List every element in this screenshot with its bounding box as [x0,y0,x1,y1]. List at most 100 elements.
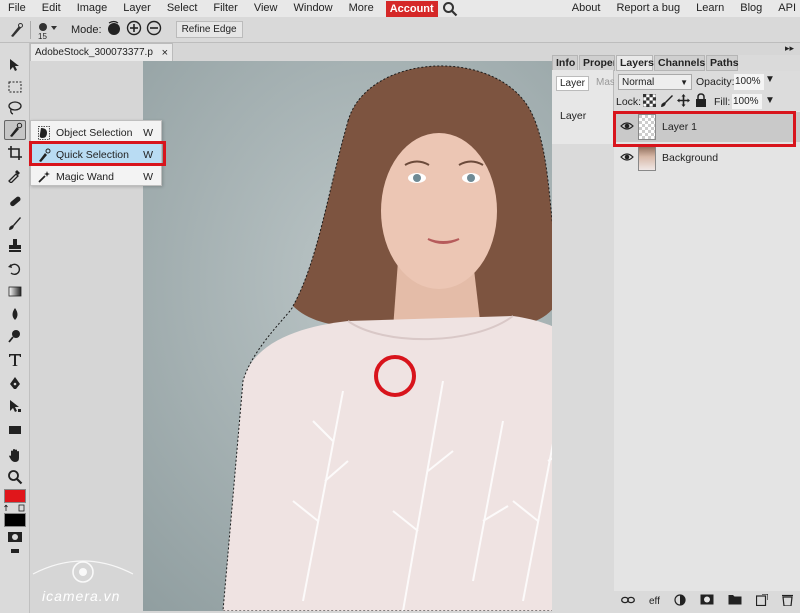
menu-file[interactable]: File [0,0,34,17]
tab-info[interactable]: Info [552,55,578,71]
blend-mode-value: Normal [622,77,654,88]
tab-channels[interactable]: Channels [654,55,705,71]
flyout-label: Magic Wand [56,171,143,183]
brush-preset-picker[interactable]: 15 [35,19,63,41]
object-selection-icon [35,126,53,140]
magic-wand-icon [35,170,53,184]
type-tool-icon[interactable] [4,350,26,370]
highlight-box-layer-1 [613,111,796,147]
opacity-dropdown-icon[interactable]: ▼ [765,74,775,85]
panel-collapse-icon[interactable]: ▸▸ [785,43,794,54]
menu-layer[interactable]: Layer [115,0,159,17]
menu-view[interactable]: View [246,0,286,17]
canvas[interactable] [143,61,613,611]
layers-bottom-bar: eff [614,591,800,611]
brush-tool-icon[interactable] [4,213,26,233]
lock-position-icon[interactable] [677,94,690,110]
lasso-tool-icon[interactable] [4,98,26,118]
quick-mask-icon[interactable] [7,531,23,543]
fill-input[interactable]: 100% [732,94,762,109]
crop-tool-icon[interactable] [4,143,26,163]
menu-api[interactable]: API [770,0,800,17]
menu-about[interactable]: About [564,0,609,17]
path-selection-tool-icon[interactable] [4,396,26,416]
gradient-tool-icon[interactable] [4,281,26,301]
move-tool-icon[interactable] [4,55,26,75]
dodge-tool-icon[interactable] [4,326,26,346]
blend-mode-select[interactable]: Normal ▼ [618,74,692,90]
trash-icon[interactable] [782,594,793,609]
lock-transparency-icon[interactable] [643,94,656,110]
lock-all-icon[interactable] [695,93,707,110]
document-title: AdobeStock_300073377.p [35,47,153,58]
screen-mode-icon[interactable] [11,549,19,553]
quick-selection-tool-button[interactable] [4,120,26,140]
opacity-label: Opacity: [696,76,735,88]
shape-tool-icon[interactable] [4,420,26,440]
menu-learn[interactable]: Learn [688,0,732,17]
menu-report-bug[interactable]: Report a bug [608,0,688,17]
adjust-icon[interactable] [674,594,686,609]
menu-window[interactable]: Window [286,0,341,17]
mode-subtract-icon[interactable] [146,20,162,39]
layers-list: Layer 1 Background [614,111,800,591]
close-tab-icon[interactable]: × [162,47,168,59]
properties-tab-layer[interactable]: Layer [556,76,589,91]
clone-stamp-tool-icon[interactable] [4,235,26,255]
photo [143,61,613,611]
mode-label: Mode: [71,24,102,36]
chevron-down-icon: ▼ [680,78,688,87]
menu-more[interactable]: More [341,0,382,17]
tab-layers[interactable]: Layers [616,55,653,71]
new-layer-icon[interactable] [756,594,768,609]
menu-filter[interactable]: Filter [205,0,245,17]
opacity-input[interactable]: 100% [734,74,764,90]
mode-add-icon[interactable] [126,20,142,39]
healing-brush-tool-icon[interactable] [4,191,26,211]
eyedropper-tool-icon[interactable] [4,165,26,185]
refine-edge-button[interactable]: Refine Edge [176,21,243,38]
tab-paths[interactable]: Paths [706,55,738,71]
pen-tool-icon[interactable] [4,374,26,394]
properties-tab-mask[interactable]: Mas [596,77,615,88]
menu-edit[interactable]: Edit [34,0,69,17]
document-tab[interactable]: AdobeStock_300073377.p × [30,43,173,61]
background-color-swatch[interactable] [4,513,26,527]
marquee-tool-icon[interactable] [4,77,26,97]
menu-select[interactable]: Select [159,0,206,17]
fill-label: Fill: [714,96,730,108]
account-button[interactable]: Account [386,1,438,17]
tab-properties[interactable]: Proper [579,55,615,71]
fill-dropdown-icon[interactable]: ▼ [765,95,775,106]
lock-pixels-icon[interactable] [660,94,673,110]
eye-icon[interactable] [620,152,636,165]
menu-image[interactable]: Image [69,0,116,17]
effects-button[interactable]: eff [649,596,660,607]
properties-layer-label: Layer [560,110,586,122]
layer-name: Background [662,152,718,164]
hand-tool-icon[interactable] [4,445,26,465]
swap-colors-icon[interactable] [4,504,26,512]
flyout-item-magic-wand[interactable]: Magic Wand W [31,166,161,188]
zoom-tool-icon[interactable] [4,467,26,487]
search-icon[interactable] [442,1,460,17]
separator [30,21,31,39]
options-bar: 15 Mode: Refine Edge [0,17,800,43]
menu-bar: File Edit Image Layer Select Filter View… [0,0,800,17]
layer-row-background[interactable]: Background [614,143,800,173]
watermark-logo: icamera.vn [28,554,138,610]
mask-icon[interactable] [700,594,714,608]
foreground-color-swatch[interactable] [4,489,26,503]
quick-selection-tool-icon [8,21,26,39]
layer-thumbnail [638,145,656,171]
link-icon[interactable] [621,595,635,608]
highlight-box-quick-selection [29,141,166,166]
menu-blog[interactable]: Blog [732,0,770,17]
brush-size: 15 [38,32,47,41]
folder-icon[interactable] [728,594,742,608]
mode-new-icon[interactable] [106,20,122,39]
blur-tool-icon[interactable] [4,304,26,324]
properties-panel: Layer Mas Layer [552,70,614,144]
flyout-label: Object Selection [56,127,143,139]
history-brush-tool-icon[interactable] [4,259,26,279]
